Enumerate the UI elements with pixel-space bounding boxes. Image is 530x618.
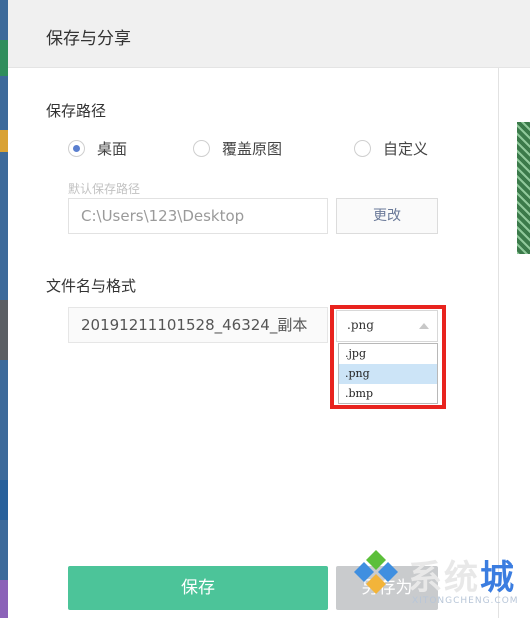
radio-overwrite[interactable]: 覆盖原图	[193, 138, 282, 159]
radio-label: 覆盖原图	[222, 140, 283, 158]
red-highlight-box	[330, 305, 446, 409]
radio-desktop[interactable]: 桌面	[68, 138, 127, 159]
radio-button[interactable]	[68, 140, 85, 157]
radio-button[interactable]	[354, 140, 371, 157]
radio-custom[interactable]: 自定义	[354, 138, 428, 159]
background-icon	[0, 40, 8, 76]
watermark-text: 系统城	[408, 550, 516, 599]
background-app-strip	[0, 0, 8, 618]
radio-label: 自定义	[383, 140, 429, 158]
filename-input[interactable]: 20191211101528_46324_副本	[68, 307, 328, 343]
radio-label: 桌面	[97, 140, 128, 158]
watermark-text-accent: 城	[480, 558, 516, 598]
radio-button[interactable]	[193, 140, 210, 157]
background-icon	[0, 130, 8, 152]
image-preview-thumbnail	[517, 122, 530, 254]
change-path-button[interactable]: 更改	[336, 198, 438, 234]
background-icon	[0, 580, 8, 618]
filename-format-label: 文件名与格式	[46, 277, 137, 295]
dialog-title-bar: 保存与分享	[8, 0, 530, 68]
save-path-input[interactable]: C:\Users\123\Desktop	[68, 198, 328, 234]
dialog-title: 保存与分享	[46, 29, 131, 49]
watermark-text-main: 系统	[408, 558, 480, 598]
save-share-dialog: 保存与分享 保存路径 桌面 覆盖原图 自定义 默认保存路径 C:\Users\1…	[8, 0, 530, 618]
background-icon	[0, 300, 8, 360]
save-path-label: 保存路径	[46, 102, 107, 120]
watermark-subtext: XITONGCHENG.COM	[412, 596, 519, 606]
watermark-logo-icon	[354, 550, 398, 594]
background-icon	[0, 480, 8, 520]
save-button[interactable]: 保存	[68, 566, 328, 610]
default-path-hint: 默认保存路径	[68, 182, 141, 196]
